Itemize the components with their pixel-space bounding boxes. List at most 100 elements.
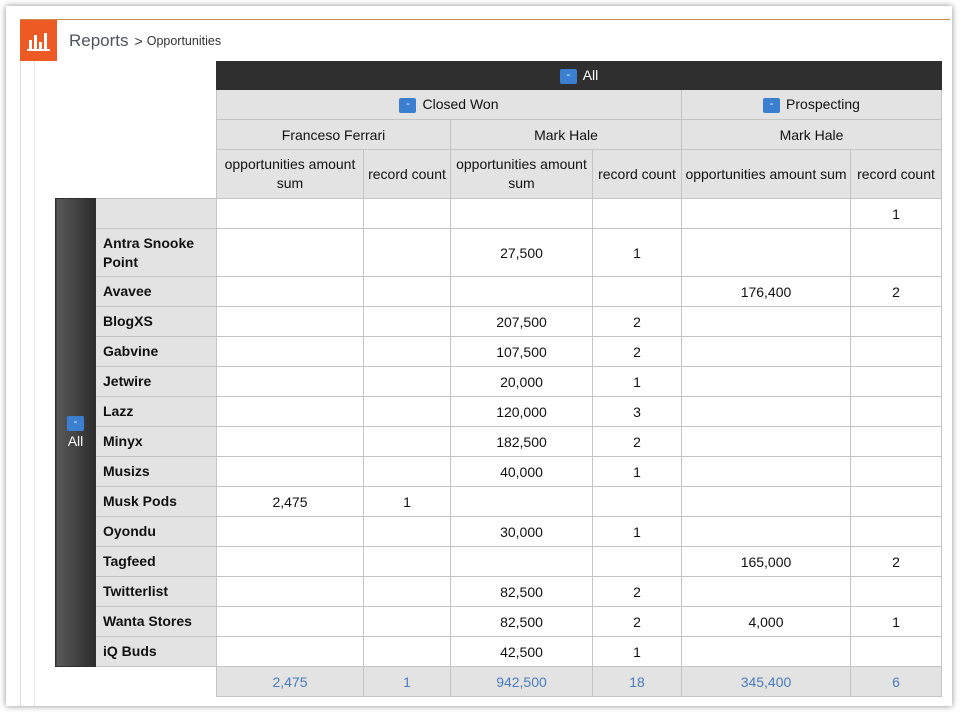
data-cell: 1 [592,516,682,547]
data-cell [592,486,682,517]
data-cell [363,606,451,637]
data-cell: 2 [592,606,682,637]
measure-header-count: record count [363,149,451,199]
table-row: Tagfeed 165,000 2 [56,546,942,577]
data-cell [450,198,593,229]
data-cell: 27,500 [450,228,593,277]
data-cell [216,366,364,397]
measure-header-count: record count [592,149,682,199]
data-cell [592,198,682,229]
data-cell: 107,500 [450,336,593,367]
data-cell: 1 [850,198,942,229]
data-cell [850,228,942,277]
data-cell: 2 [592,426,682,457]
data-cell [216,576,364,607]
reports-brand[interactable] [20,20,57,61]
data-cell [216,456,364,487]
data-cell [363,546,451,577]
row-label [95,198,217,229]
data-cell [363,336,451,367]
owner-header: Mark Hale [681,119,942,150]
stage-header-closed-won: - Closed Won [216,89,682,120]
owner-header: Franceso Ferrari [216,119,451,150]
data-cell [363,366,451,397]
row-label: Musizs [95,456,217,487]
pivot-corner [55,61,217,199]
row-header-all-label: All [67,433,84,449]
data-cell [363,396,451,427]
table-row: Musk Pods 2,475 1 [56,486,942,517]
table-row: Avavee 176,400 2 [56,276,942,307]
total-cell: 18 [592,666,682,697]
data-cell [681,516,851,547]
data-cell [681,396,851,427]
data-cell [681,426,851,457]
row-label: Lazz [95,396,217,427]
data-cell: 20,000 [450,366,593,397]
row-label: iQ Buds [95,636,217,667]
stage-label: Closed Won [422,96,499,113]
data-cell [363,456,451,487]
table-row: Antra Snooke Point 27,500 1 [56,228,942,277]
table-row: BlogXS 207,500 2 [56,306,942,337]
data-cell: 2 [850,546,942,577]
row-label: Antra Snooke Point [95,228,217,277]
data-cell [681,336,851,367]
data-cell [850,516,942,547]
collapse-toggle-icon[interactable]: - [763,97,781,113]
table-row: Jetwire 20,000 1 [56,366,942,397]
data-cell [850,636,942,667]
data-cell: 176,400 [681,276,851,307]
breadcrumb-root-link[interactable]: Reports [69,31,129,51]
data-cell [216,546,364,577]
data-cell: 82,500 [450,606,593,637]
collapse-toggle-icon[interactable]: - [67,416,84,431]
pivot-table: - All - Closed Won - Prospecting Franceso F… [55,61,942,697]
data-cell [216,426,364,457]
data-cell: 2,475 [216,486,364,517]
bar-chart-icon [26,32,50,51]
data-cell: 1 [592,366,682,397]
left-rail-inner [34,61,35,706]
data-cell [681,366,851,397]
row-label: Minyx [95,426,217,457]
row-label: Avavee [95,276,217,307]
data-cell [363,198,451,229]
data-cell [450,276,593,307]
data-cell: 182,500 [450,426,593,457]
owner-header: Mark Hale [450,119,682,150]
data-cell [681,636,851,667]
collapse-toggle-icon[interactable]: - [399,97,417,113]
column-header-all-label: All [582,67,599,84]
data-cell [681,486,851,517]
data-cell [216,636,364,667]
totals-row: 2,475 1 942,500 18 345,400 6 [55,666,942,697]
collapse-toggle-icon[interactable]: - [559,68,577,84]
row-label: Oyondu [95,516,217,547]
row-label: Musk Pods [95,486,217,517]
data-cell: 30,000 [450,516,593,547]
data-cell [450,486,593,517]
data-cell: 1 [592,456,682,487]
data-cell [216,516,364,547]
table-row: iQ Buds 42,500 1 [56,636,942,667]
data-cell [592,546,682,577]
data-cell [592,276,682,307]
row-label: Wanta Stores [95,606,217,637]
data-cell [681,576,851,607]
data-cell [850,486,942,517]
data-cell [850,426,942,457]
data-cell [681,228,851,277]
row-label: Twitterlist [95,576,217,607]
data-cell [216,228,364,277]
table-row: Gabvine 107,500 2 [56,336,942,367]
data-cell [216,198,364,229]
stage-header-prospecting: - Prospecting [681,89,942,120]
data-cell: 165,000 [681,546,851,577]
data-cell: 3 [592,396,682,427]
row-label: Jetwire [95,366,217,397]
column-header-all: - All [216,61,942,90]
data-cell: 4,000 [681,606,851,637]
total-cell: 345,400 [681,666,851,697]
data-cell [850,366,942,397]
